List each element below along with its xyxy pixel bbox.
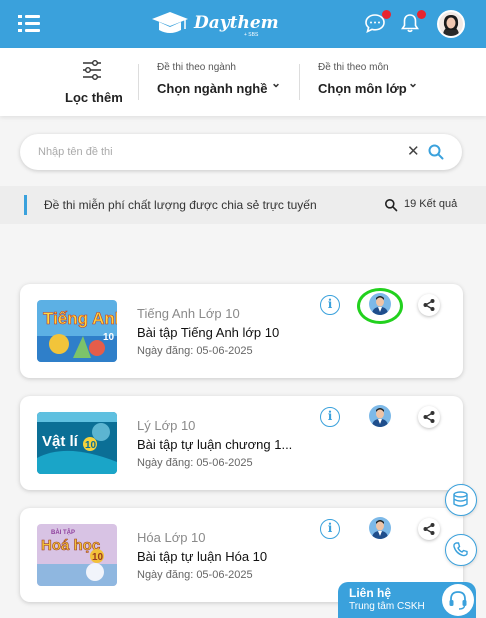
svg-text:10: 10 (85, 440, 97, 451)
teacher-avatar[interactable] (369, 405, 391, 427)
chevron-down-icon: ⌄ (271, 76, 282, 90)
subject-dropdown[interactable]: Đề thi theo môn Chọn môn lớp ⌄ (318, 62, 428, 106)
svg-text:BÀI TẬP: BÀI TẬP (51, 529, 75, 536)
card-title[interactable]: Bài tập tự luận Hóa 10 (137, 549, 267, 564)
cover-image: Vật lí 10 (37, 412, 117, 474)
info-strip: Đề thi miễn phí chất lượng được chia sẻ … (0, 186, 486, 224)
chat-badge (382, 10, 391, 19)
graduation-cap-icon (152, 12, 188, 33)
cover-image: BÀI TẬP Hoá học 10 (37, 524, 117, 586)
svg-text:Vật lí: Vật lí (42, 433, 79, 450)
user-avatar[interactable] (437, 10, 465, 38)
info-text: Đề thi miễn phí chất lượng được chia sẻ … (44, 198, 317, 212)
svg-text:Tiếng Anh: Tiếng Anh (43, 309, 117, 328)
major-value: Chọn ngành nghề (157, 81, 268, 96)
info-icon[interactable]: i (320, 295, 340, 315)
filter-bar: Lọc thêm Đề thi theo ngành Chọn ngành ng… (0, 48, 486, 116)
info-icon[interactable]: i (320, 407, 340, 427)
card-title[interactable]: Bài tập tự luận chương 1... (137, 437, 292, 452)
top-header: Daythem + SBS (0, 0, 486, 48)
card-subject: Lý Lớp 10 (137, 418, 196, 433)
share-icon[interactable] (418, 518, 440, 540)
card-date: Ngày đăng: 05-06-2025 (137, 569, 253, 581)
major-caption: Đề thi theo ngành (157, 62, 236, 73)
teacher-avatar[interactable] (369, 293, 391, 315)
search-icon[interactable] (427, 143, 445, 166)
card-title[interactable]: Bài tập Tiếng Anh lớp 10 (137, 325, 279, 340)
phone-icon[interactable] (445, 534, 477, 566)
divider (299, 64, 300, 100)
divider (138, 64, 139, 100)
search-input[interactable] (38, 142, 408, 162)
site-logo[interactable]: Daythem + SBS (150, 9, 290, 39)
cover-image: Tiếng Anh 10 (37, 300, 117, 362)
logo-text: Daythem (194, 13, 279, 33)
sliders-icon (83, 60, 101, 81)
filter-button[interactable]: Lọc thêm (60, 56, 124, 110)
subject-caption: Đề thi theo môn (318, 62, 389, 73)
accent-bar (24, 195, 27, 215)
exam-card[interactable]: Vật lí 10 Lý Lớp 10 Bài tập tự luận chươ… (20, 396, 463, 490)
share-icon[interactable] (418, 294, 440, 316)
chat-icon[interactable] (364, 10, 391, 36)
info-icon[interactable]: i (320, 519, 340, 539)
menu-icon[interactable] (18, 13, 40, 35)
share-icon[interactable] (418, 406, 440, 428)
contact-support-button[interactable]: Liên hệ Trung tâm CSKH (338, 582, 476, 618)
bell-icon[interactable] (399, 10, 426, 36)
teacher-avatar[interactable] (369, 517, 391, 539)
svg-text:10: 10 (103, 332, 115, 343)
headset-icon (442, 584, 474, 616)
search-icon (384, 198, 398, 217)
card-subject: Hóa Lớp 10 (137, 530, 206, 545)
exam-card[interactable]: Tiếng Anh 10 Tiếng Anh Lớp 10 Bài tập Ti… (20, 284, 463, 378)
card-date: Ngày đăng: 05-06-2025 (137, 345, 253, 357)
card-date: Ngày đăng: 05-06-2025 (137, 457, 253, 469)
logo-subtext: + SBS (244, 32, 259, 38)
chevron-down-icon: ⌄ (408, 76, 419, 90)
major-dropdown[interactable]: Đề thi theo ngành Chọn ngành nghề ⌄ (157, 62, 289, 106)
svg-text:10: 10 (92, 552, 104, 563)
search-box: ✕ (20, 134, 462, 170)
page: Daythem + SBS Lọc thêm Đề thi theo ngành… (0, 0, 486, 618)
database-icon[interactable] (445, 484, 477, 516)
notification-badge (417, 10, 426, 19)
result-count: 19 Kết quả (404, 198, 458, 210)
contact-subtitle: Trung tâm CSKH (349, 601, 425, 612)
clear-icon[interactable]: ✕ (407, 143, 420, 161)
contact-title: Liên hệ (349, 586, 392, 600)
filter-label: Lọc thêm (65, 90, 123, 105)
card-subject: Tiếng Anh Lớp 10 (137, 306, 240, 321)
